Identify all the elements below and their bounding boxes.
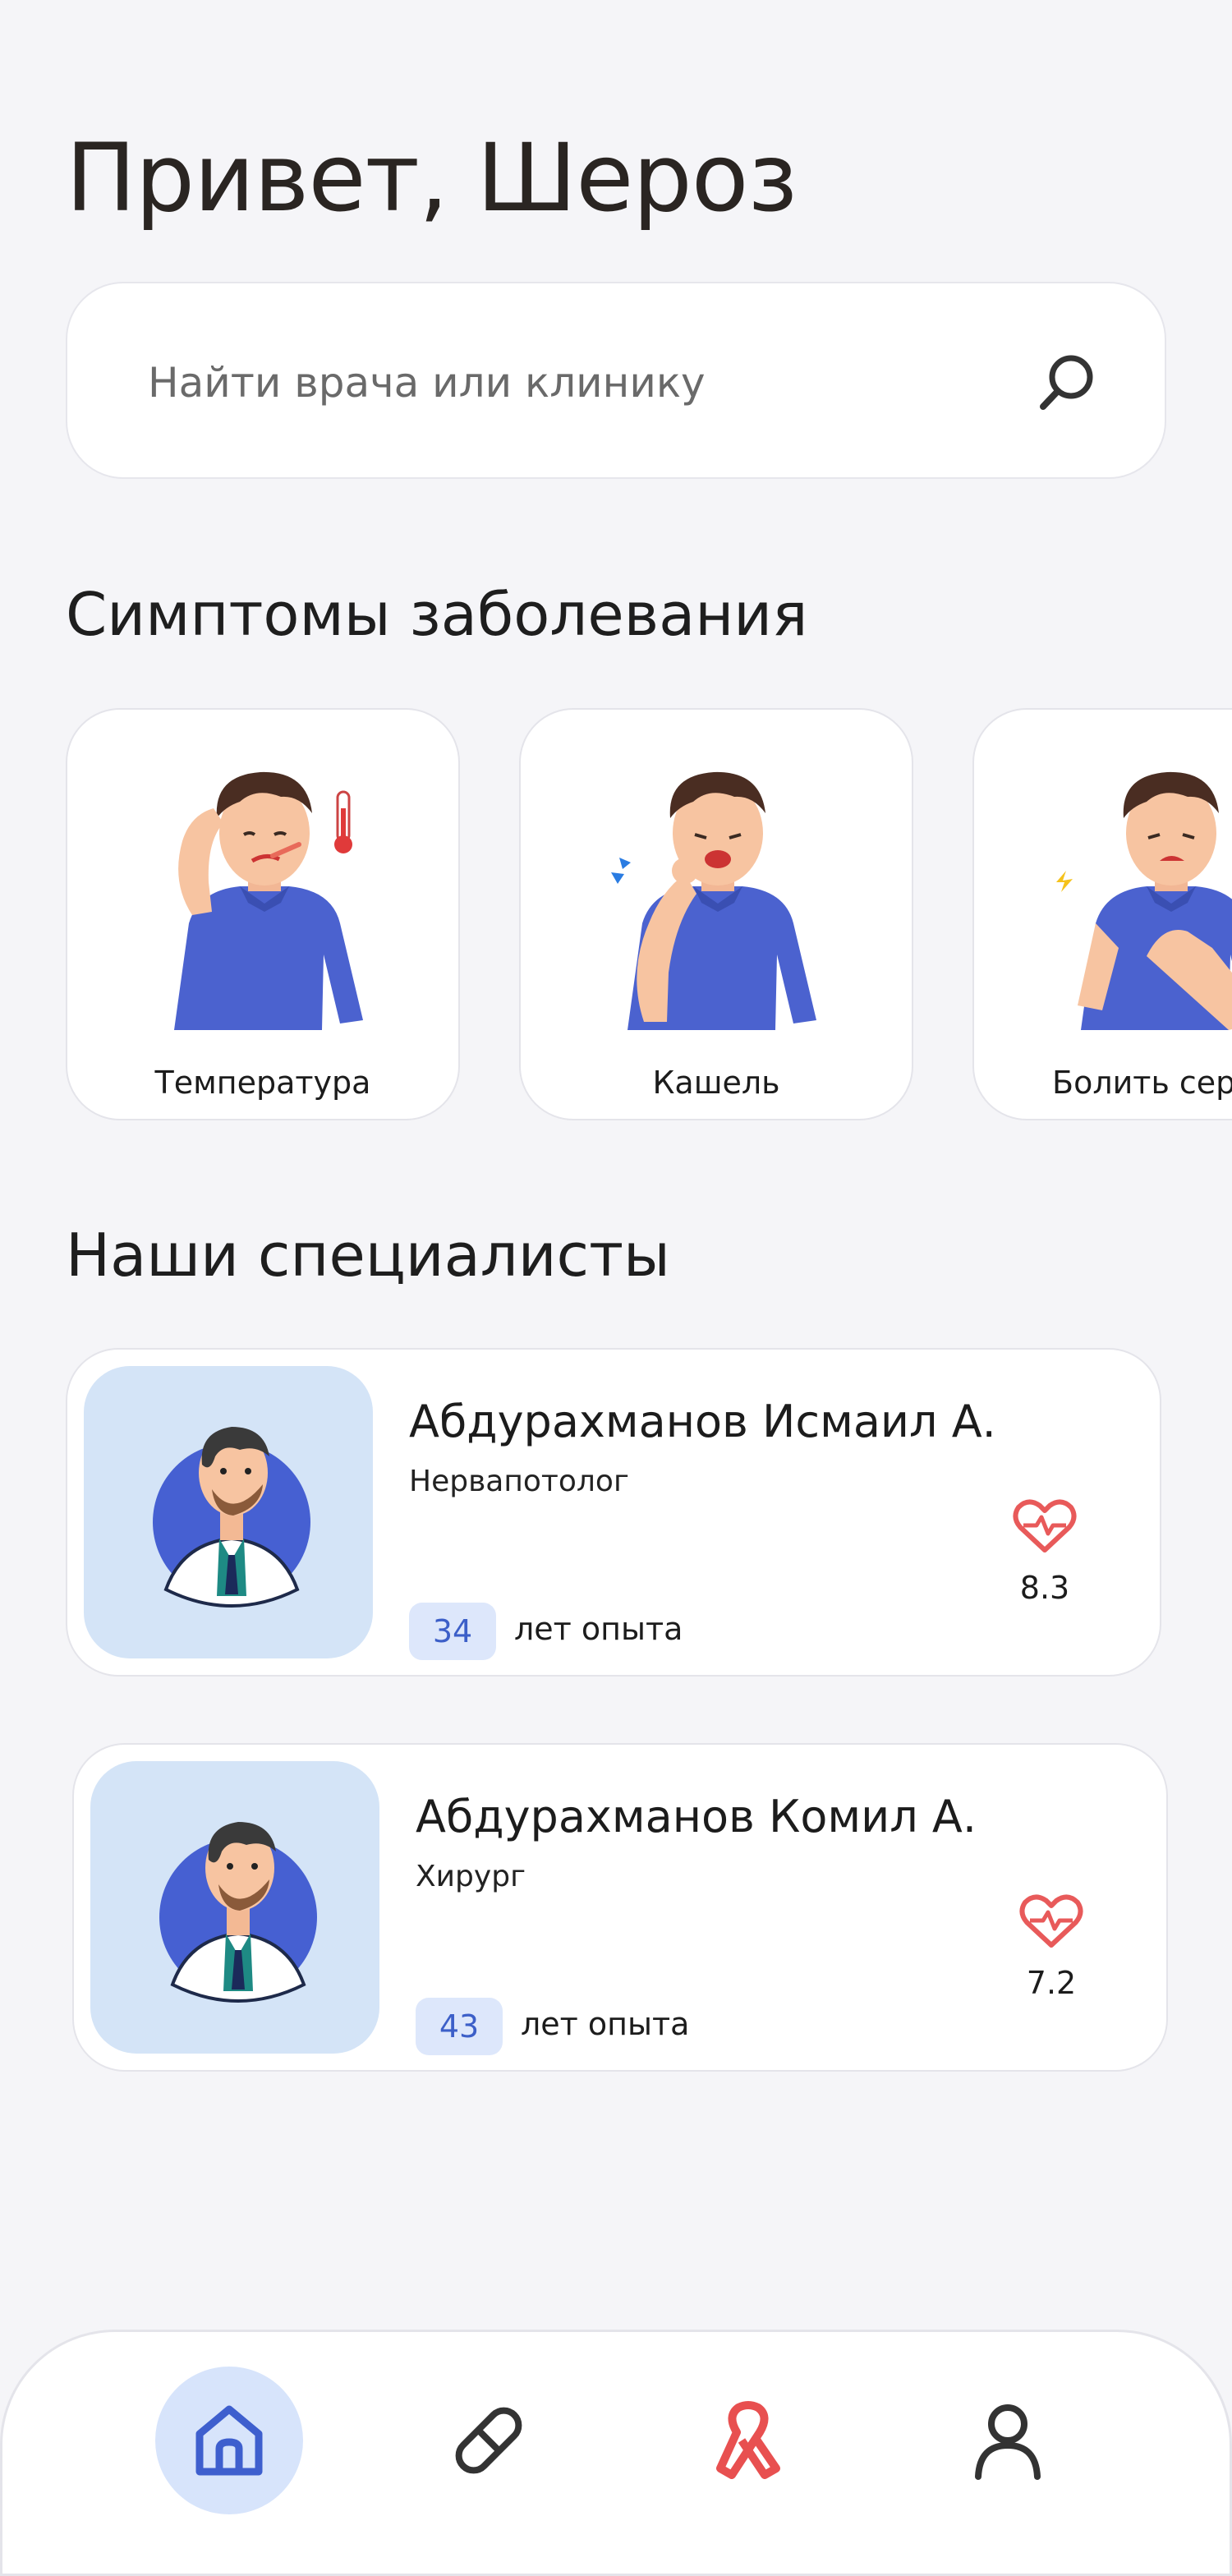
doctor-rating: 8.3 xyxy=(1019,1570,1070,1606)
specialists-section-title: Наши специалисты xyxy=(66,1221,670,1290)
doctor-specialty: Хирург xyxy=(416,1860,526,1893)
doctor-card[interactable]: Абдурахманов Исмаил А. Нервапотолог 34 л… xyxy=(66,1348,1161,1677)
cough-illustration-icon xyxy=(611,771,816,1030)
symptoms-carousel[interactable]: Температура Кашель Болить сер xyxy=(66,708,1232,1122)
search-icon[interactable] xyxy=(1035,349,1101,415)
doctor-card[interactable]: Абдурахманов Комил А. Хирург 43 лет опыт… xyxy=(72,1743,1168,2072)
doctor-avatar-icon xyxy=(159,1822,317,2003)
experience-badge: 34 xyxy=(409,1603,496,1660)
experience-label: лет опыта xyxy=(514,1611,683,1647)
bottom-nav xyxy=(0,2330,1232,2576)
symptom-label: Болить серд xyxy=(1052,1065,1232,1101)
symptom-card-cough[interactable]: Кашель xyxy=(519,708,913,1120)
heart-rate-icon xyxy=(1013,1499,1077,1552)
doctor-avatar-icon xyxy=(153,1427,310,1608)
heart-rate-icon xyxy=(1019,1894,1083,1948)
ribbon-icon xyxy=(716,2401,780,2479)
fever-illustration-icon xyxy=(174,771,363,1030)
symptom-label: Кашель xyxy=(652,1065,780,1101)
nav-profile[interactable] xyxy=(934,2367,1082,2514)
profile-icon xyxy=(975,2404,1041,2480)
search-input[interactable] xyxy=(146,341,971,425)
experience-label: лет опыта xyxy=(521,2006,690,2042)
doctor-avatar xyxy=(84,1366,373,1658)
heartache-illustration-icon xyxy=(1056,771,1232,1030)
search-bar[interactable] xyxy=(66,282,1166,479)
greeting-title: Привет, Шероз xyxy=(66,123,798,232)
home-icon xyxy=(195,2405,263,2476)
nav-ribbon[interactable] xyxy=(674,2367,822,2514)
doctor-name: Абдурахманов Исмаил А. xyxy=(409,1396,996,1447)
symptom-label: Температура xyxy=(154,1065,371,1101)
symptom-card-fever[interactable]: Температура xyxy=(66,708,460,1120)
symptom-card-heartache[interactable]: Болить серд xyxy=(972,708,1232,1120)
symptoms-section-title: Симптомы заболевания xyxy=(66,580,808,649)
nav-home[interactable] xyxy=(155,2367,303,2514)
doctor-rating: 7.2 xyxy=(1026,1965,1077,2001)
pill-icon xyxy=(455,2407,522,2474)
doctor-name: Абдурахманов Комил А. xyxy=(416,1791,977,1842)
doctor-avatar xyxy=(90,1761,379,2054)
nav-pills[interactable] xyxy=(415,2367,563,2514)
doctor-specialty: Нервапотолог xyxy=(409,1465,629,1498)
experience-badge: 43 xyxy=(416,1998,503,2055)
